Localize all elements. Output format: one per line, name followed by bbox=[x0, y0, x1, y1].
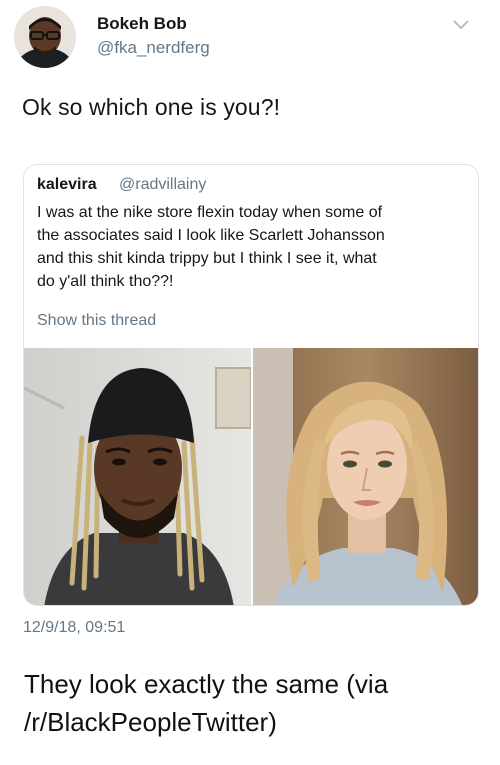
tweet-card: Bokeh Bob @fka_nerdferg Ok so which one … bbox=[0, 0, 500, 650]
quoted-media bbox=[24, 348, 478, 605]
quoted-text-line: I was at the nike store flexin today whe… bbox=[37, 204, 383, 221]
tweet-timestamp[interactable]: 12/9/18, 09:51 bbox=[23, 619, 125, 637]
meme-caption: They look exactly the same (via /r/Black… bbox=[24, 665, 494, 741]
quoted-text-line: do y'all think tho??! bbox=[37, 273, 174, 290]
caption-line: /r/BlackPeopleTwitter) bbox=[24, 707, 277, 737]
avatar[interactable] bbox=[14, 6, 76, 68]
photo-right[interactable] bbox=[253, 348, 478, 605]
quoted-text-line: and this shit kinda trippy but I think I… bbox=[37, 250, 377, 267]
photo-left[interactable] bbox=[24, 348, 251, 605]
quoted-text-line: the associates said I look like Scarlett… bbox=[37, 227, 385, 244]
chevron-down-icon[interactable] bbox=[451, 18, 471, 32]
avatar-image bbox=[14, 6, 76, 68]
author-handle[interactable]: @fka_nerdferg bbox=[97, 38, 210, 58]
quoted-author-handle[interactable]: @radvillainy bbox=[119, 176, 206, 194]
quoted-author-name[interactable]: kalevira bbox=[37, 176, 97, 194]
quoted-tweet[interactable]: kalevira @radvillainy I was at the nike … bbox=[23, 164, 479, 606]
quoted-tweet-text: I was at the nike store flexin today whe… bbox=[37, 201, 473, 293]
tweet-text: Ok so which one is you?! bbox=[22, 94, 281, 120]
author-name[interactable]: Bokeh Bob bbox=[97, 14, 187, 34]
caption-line: They look exactly the same (via bbox=[24, 669, 389, 699]
show-thread-link[interactable]: Show this thread bbox=[37, 312, 156, 330]
